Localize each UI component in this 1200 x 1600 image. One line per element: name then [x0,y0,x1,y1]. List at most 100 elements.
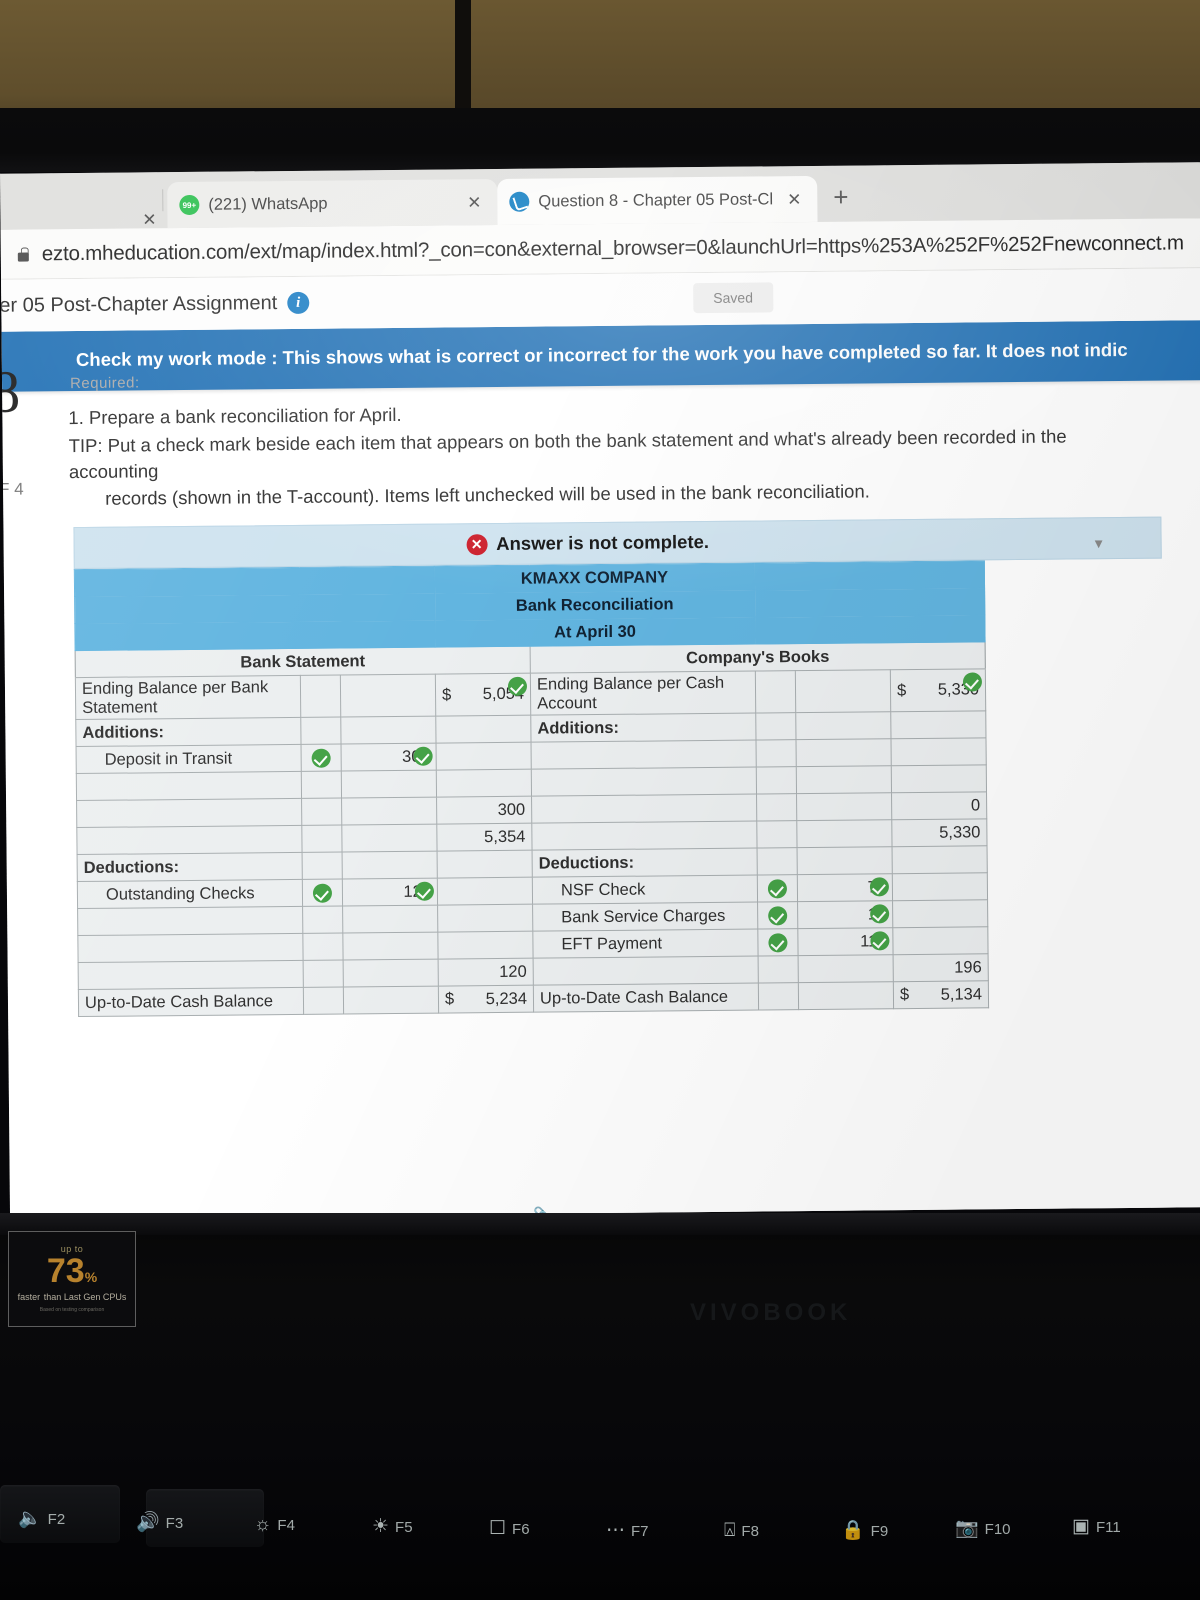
right-additions-mid [795,711,892,740]
left-addition-3-label-check[interactable] [301,798,342,826]
right-closing-label: Up-to-Date Cash Balance [533,983,759,1013]
collapse-caret-icon[interactable] [1095,540,1103,548]
fkey-f6-label: F6 [512,1521,530,1538]
right-addition-1-label[interactable] [531,740,757,770]
right-deduction-3-label[interactable]: EFT Payment [532,929,759,959]
right-deduction-1-label-check[interactable] [757,874,798,903]
fkey-f8[interactable]: ⍓ F8 [724,1521,759,1540]
right-opening-value[interactable]: 5,330 [890,668,986,712]
right-opening-label-check[interactable] [755,670,796,714]
fkey-f7-label: F7 [631,1523,649,1540]
fkey-f10[interactable]: 📷 F10 [955,1519,1011,1538]
right-ded-subtotal-label [533,956,759,986]
right-deduction-1-value[interactable]: 70 [797,873,893,902]
ezto-icon [509,191,530,212]
left-deduction-3-tot[interactable] [437,931,534,960]
fkey-f9[interactable]: 🔒 F9 [841,1521,888,1540]
left-addition-2-label[interactable] [76,771,302,801]
right-ded-subtotal-chk [758,955,799,984]
keyboard-backlight-icon: ⋯ [606,1520,625,1541]
browser-tab-strip: ✕ (221) WhatsApp ✕ Question 8 - Chapter … [0,162,1200,230]
left-deduction-2-label[interactable] [77,906,303,936]
blue-spacer-right-2 [754,587,985,618]
fkey-f11[interactable]: ▣ F11 [1072,1517,1121,1536]
right-deduction-1-label[interactable]: NSF Check [532,875,758,905]
correct-check-icon [870,904,890,924]
tab-close-icon-question[interactable]: ✕ [785,190,803,209]
correct-check-icon [413,746,433,766]
left-subtotal-label [76,825,303,855]
right-addition-1-label-check[interactable] [756,739,797,768]
bank-reconciliation-table[interactable]: KMAXX COMPANY Bank Reconciliation At Apr… [73,560,990,1018]
left-deduction-2-value[interactable] [342,905,438,934]
right-deduction-1-tot[interactable] [892,872,988,901]
fkey-f6[interactable]: ☐ F6 [489,1519,530,1538]
left-addition-1-label-check[interactable] [301,744,342,772]
instruction-tip-line-2: records (shown in the T-account). Items … [105,479,870,509]
mute-speaker-icon: 🔈 [18,1508,42,1529]
x-circle-icon: ✕ [466,533,488,555]
left-addition-1-label[interactable]: Deposit in Transit [76,744,302,774]
fkey-f2[interactable]: 🔈 F2 [18,1509,65,1528]
room-backdrop-right [471,0,1200,108]
right-addition-3-value[interactable] [796,792,892,821]
left-opening-label-check[interactable] [300,675,341,718]
left-ded-subtotal-mid [343,959,439,988]
saved-status-badge: Saved [693,282,774,314]
left-addition-1-tot[interactable] [436,742,532,771]
left-deduction-3-label-check[interactable] [302,933,344,961]
left-addition-2-label-check[interactable] [301,771,342,799]
left-addition-2-value[interactable] [341,770,437,799]
right-deduction-2-label-check[interactable] [757,901,798,930]
fkey-f5-label: F5 [395,1519,413,1536]
left-deduction-1-value[interactable]: 120 [342,878,438,907]
right-opening-mid[interactable] [795,669,891,713]
left-deduction-2-label-check[interactable] [302,906,343,934]
left-addition-3-label[interactable] [76,798,302,828]
left-subtotal-value: 5,354 [436,823,533,852]
left-deduction-3-label[interactable] [77,933,304,963]
right-closing-mid [798,981,894,1010]
right-addition-2-label-check[interactable] [756,766,797,795]
left-addition-2-tot[interactable] [436,769,532,798]
browser-tab-question[interactable]: Question 8 - Chapter 05 Post-Cl ✕ [497,175,818,225]
left-deduction-1-label-check[interactable] [302,879,343,907]
left-deduction-3-value[interactable] [342,932,439,961]
browser-tab-whatsapp[interactable]: (221) WhatsApp ✕ [167,178,498,229]
tab-close-icon-whatsapp[interactable]: ✕ [465,193,483,212]
cpu-performance-sticker: up to 73% faster than Last Gen CPUs Base… [8,1231,136,1327]
check-my-work-banner: Check my work mode : This shows what is … [1,320,1200,392]
display-switch-icon: ⍓ [724,1520,736,1541]
right-addition-3-label[interactable] [531,794,757,824]
left-opening-mid[interactable] [340,674,436,718]
right-addition-2-value[interactable] [796,765,892,794]
right-deduction-2-tot[interactable] [892,899,988,928]
right-closing-chk [758,982,799,1011]
left-addition-1-value[interactable]: 300 [341,743,437,772]
right-deduction-3-tot[interactable] [892,926,989,955]
fkey-f3[interactable]: 🔊 F3 [136,1513,183,1532]
required-label: Required: [69,374,140,393]
right-addition-1-tot[interactable] [891,737,987,766]
left-ded-subtotal-chk [303,960,344,988]
right-addition-2-label[interactable] [531,767,757,797]
right-addition-2-tot[interactable] [891,764,987,793]
fkey-f7[interactable]: ⋯ F7 [606,1521,649,1540]
new-tab-button[interactable]: + [833,182,848,212]
left-deduction-2-tot[interactable] [437,904,533,933]
right-deduction-3-value[interactable]: 110 [797,927,894,956]
left-opening-value[interactable]: 5,054 [435,673,531,717]
info-icon[interactable]: i [287,291,310,315]
fkey-f4[interactable]: ☼ F4 [254,1515,295,1534]
left-addition-3-value[interactable] [341,797,437,826]
left-additions-subtotal: 300 [436,796,532,825]
tab-close-icon-0[interactable]: ✕ [140,210,158,229]
right-deduction-2-value[interactable]: 16 [797,900,893,929]
left-deduction-1-tot[interactable] [437,877,533,906]
fkey-f5[interactable]: ☀ F5 [372,1517,413,1536]
right-addition-3-label-check[interactable] [756,793,797,822]
right-addition-1-value[interactable] [796,738,892,767]
left-deduction-1-label[interactable]: Outstanding Checks [77,879,303,909]
right-deduction-3-label-check[interactable] [757,928,799,957]
right-deduction-2-label[interactable]: Bank Service Charges [532,902,758,932]
